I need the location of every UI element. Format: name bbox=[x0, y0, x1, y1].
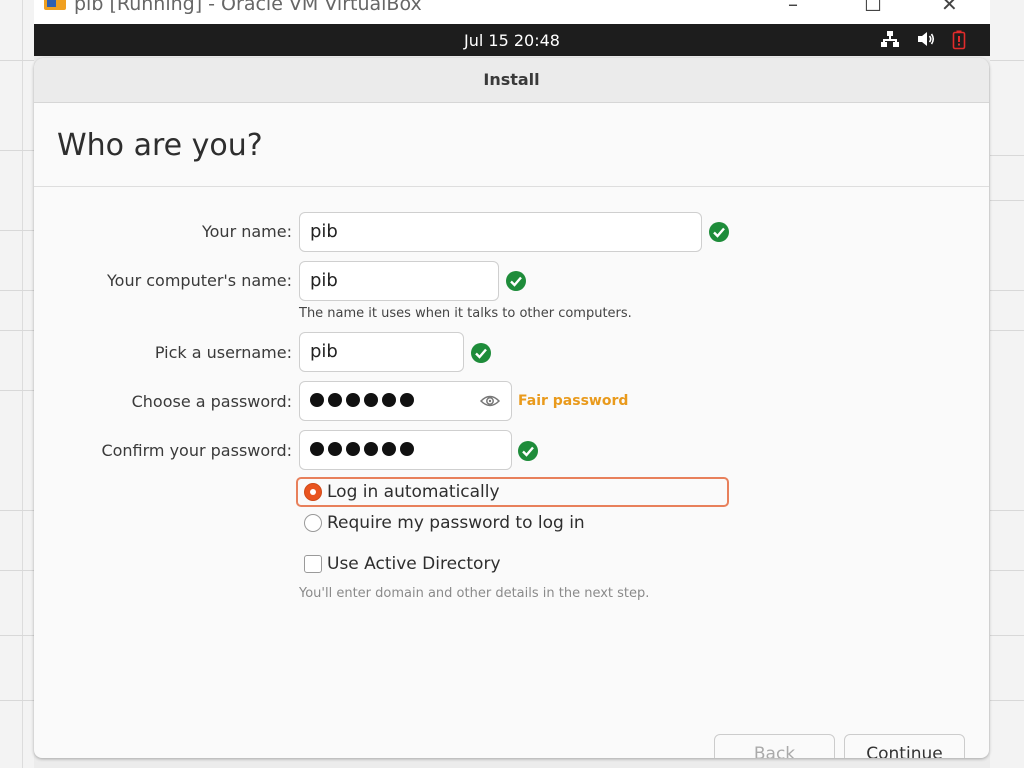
computer-name-hint: The name it uses when it talks to other … bbox=[299, 306, 632, 321]
window-title: pib [Running] - Oracle VM VirtualBox bbox=[74, 0, 422, 15]
password-mask bbox=[310, 393, 414, 409]
password-strength: Fair password bbox=[518, 393, 629, 409]
header-divider bbox=[34, 186, 989, 187]
check-icon bbox=[518, 441, 538, 461]
battery-icon[interactable] bbox=[952, 30, 966, 50]
virtualbox-titlebar[interactable]: pib [Running] - Oracle VM VirtualBox – ☐… bbox=[34, 0, 990, 24]
password-label: Choose a password: bbox=[131, 392, 292, 411]
active-directory-checkbox[interactable] bbox=[304, 555, 322, 573]
check-icon bbox=[709, 222, 729, 242]
eye-icon[interactable] bbox=[480, 393, 500, 409]
username-label: Pick a username: bbox=[154, 343, 292, 362]
username-input[interactable]: pib bbox=[299, 332, 464, 372]
back-button[interactable]: Back bbox=[714, 734, 835, 758]
check-icon bbox=[506, 271, 526, 291]
host-desktop-left bbox=[0, 0, 34, 768]
install-dialog: Install Who are you? Your name: pib Your… bbox=[34, 58, 989, 758]
your-name-label: Your name: bbox=[201, 222, 292, 241]
require-password-label[interactable]: Require my password to log in bbox=[327, 513, 585, 533]
your-name-input[interactable]: pib bbox=[299, 212, 702, 252]
radio-log-in-automatically[interactable] bbox=[304, 483, 322, 501]
active-directory-hint: You'll enter domain and other details in… bbox=[299, 586, 650, 601]
dialog-title: Install bbox=[483, 70, 540, 89]
host-desktop-right bbox=[990, 0, 1024, 768]
confirm-password-input[interactable] bbox=[299, 430, 512, 470]
continue-button[interactable]: Continue bbox=[844, 734, 965, 758]
maximize-button[interactable]: ☐ bbox=[864, 0, 882, 16]
check-icon bbox=[471, 343, 491, 363]
network-icon[interactable] bbox=[880, 30, 900, 48]
page-title: Who are you? bbox=[57, 128, 263, 163]
computer-name-label: Your computer's name: bbox=[107, 271, 292, 290]
computer-name-input[interactable]: pib bbox=[299, 261, 499, 301]
virtualbox-app-icon bbox=[44, 0, 66, 10]
dialog-header: Install bbox=[34, 58, 989, 103]
password-input[interactable] bbox=[299, 381, 512, 421]
active-directory-label[interactable]: Use Active Directory bbox=[327, 554, 501, 574]
guest-top-bar: Jul 15 20:48 bbox=[34, 24, 990, 56]
volume-icon[interactable] bbox=[916, 30, 936, 48]
radio-require-password[interactable] bbox=[304, 514, 322, 532]
close-button[interactable]: ✕ bbox=[941, 0, 958, 16]
confirm-password-label: Confirm your password: bbox=[101, 441, 292, 460]
clock[interactable]: Jul 15 20:48 bbox=[34, 31, 990, 50]
password-mask bbox=[310, 442, 414, 458]
log-in-automatically-label[interactable]: Log in automatically bbox=[327, 482, 500, 502]
minimize-button[interactable]: – bbox=[788, 0, 798, 16]
